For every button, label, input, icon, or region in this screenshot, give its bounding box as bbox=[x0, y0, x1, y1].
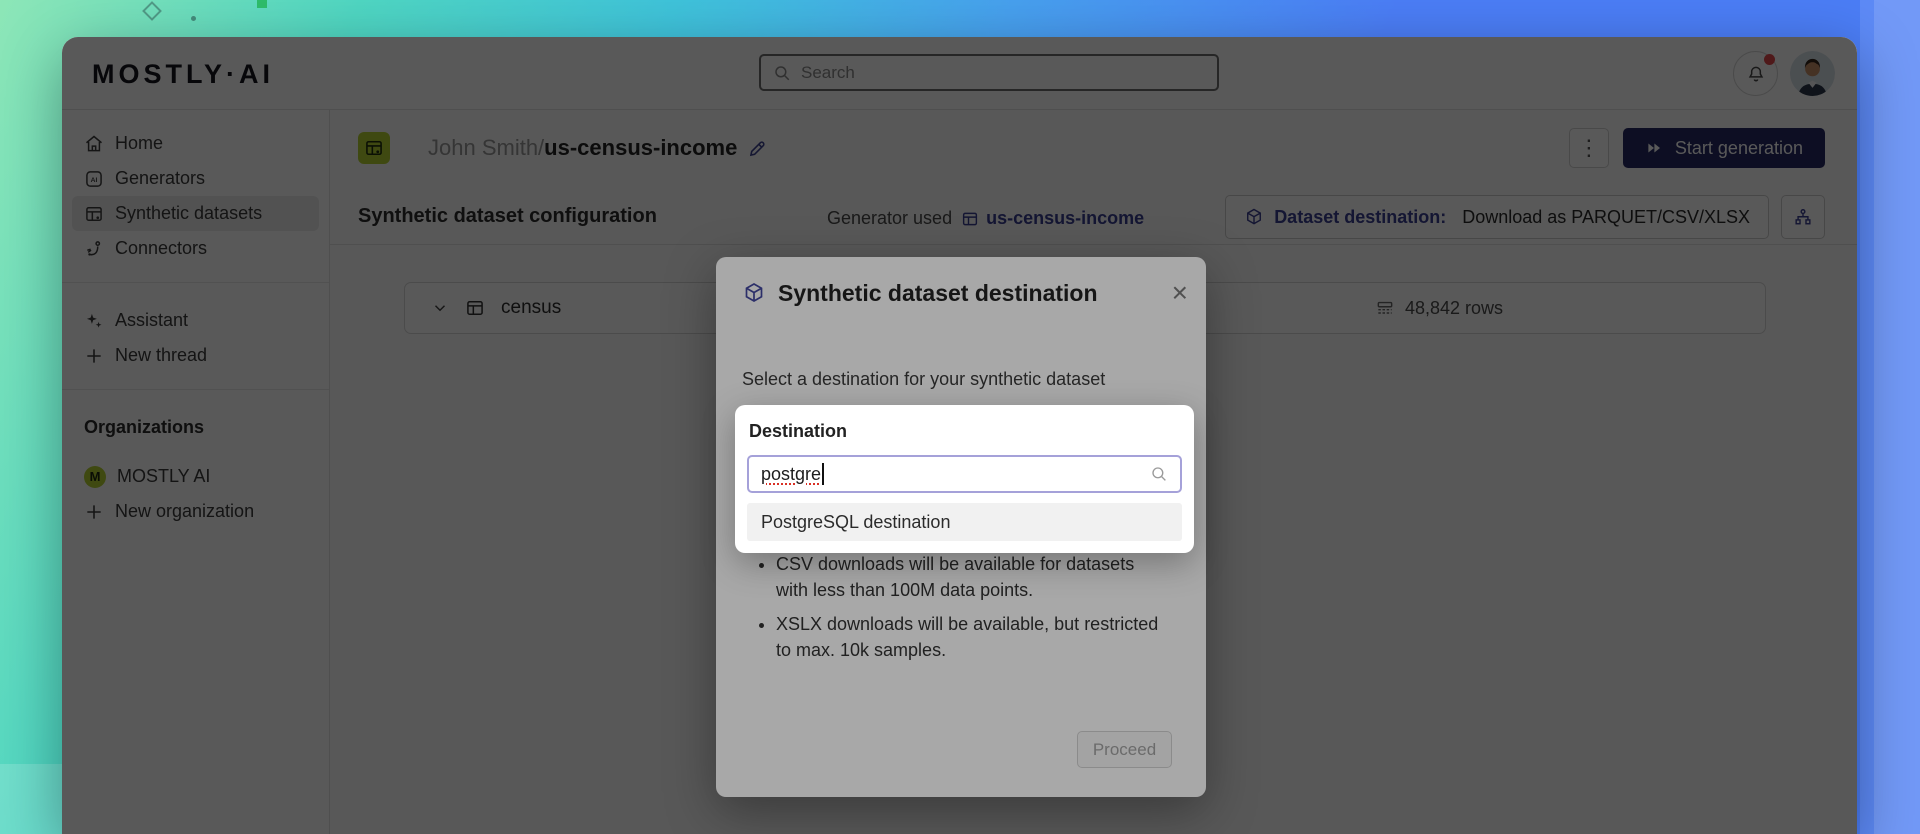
input-value: postgre bbox=[761, 464, 821, 485]
decor-square bbox=[257, 0, 267, 8]
decor-dot bbox=[191, 16, 196, 21]
background-band bbox=[1860, 0, 1874, 834]
text-caret bbox=[822, 463, 824, 485]
destination-search-input[interactable]: postgre bbox=[747, 455, 1182, 493]
destination-field-label: Destination bbox=[749, 421, 847, 442]
background-corner bbox=[0, 764, 62, 834]
option-postgresql-destination[interactable]: PostgreSQL destination bbox=[747, 503, 1182, 541]
search-icon bbox=[1150, 465, 1168, 483]
app-window: MOSTLY·AI Search bbox=[62, 37, 1857, 834]
decor-diamond bbox=[142, 1, 162, 21]
background-band bbox=[1874, 0, 1920, 834]
destination-popover: Destination postgre PostgreSQL destinati… bbox=[735, 405, 1194, 553]
